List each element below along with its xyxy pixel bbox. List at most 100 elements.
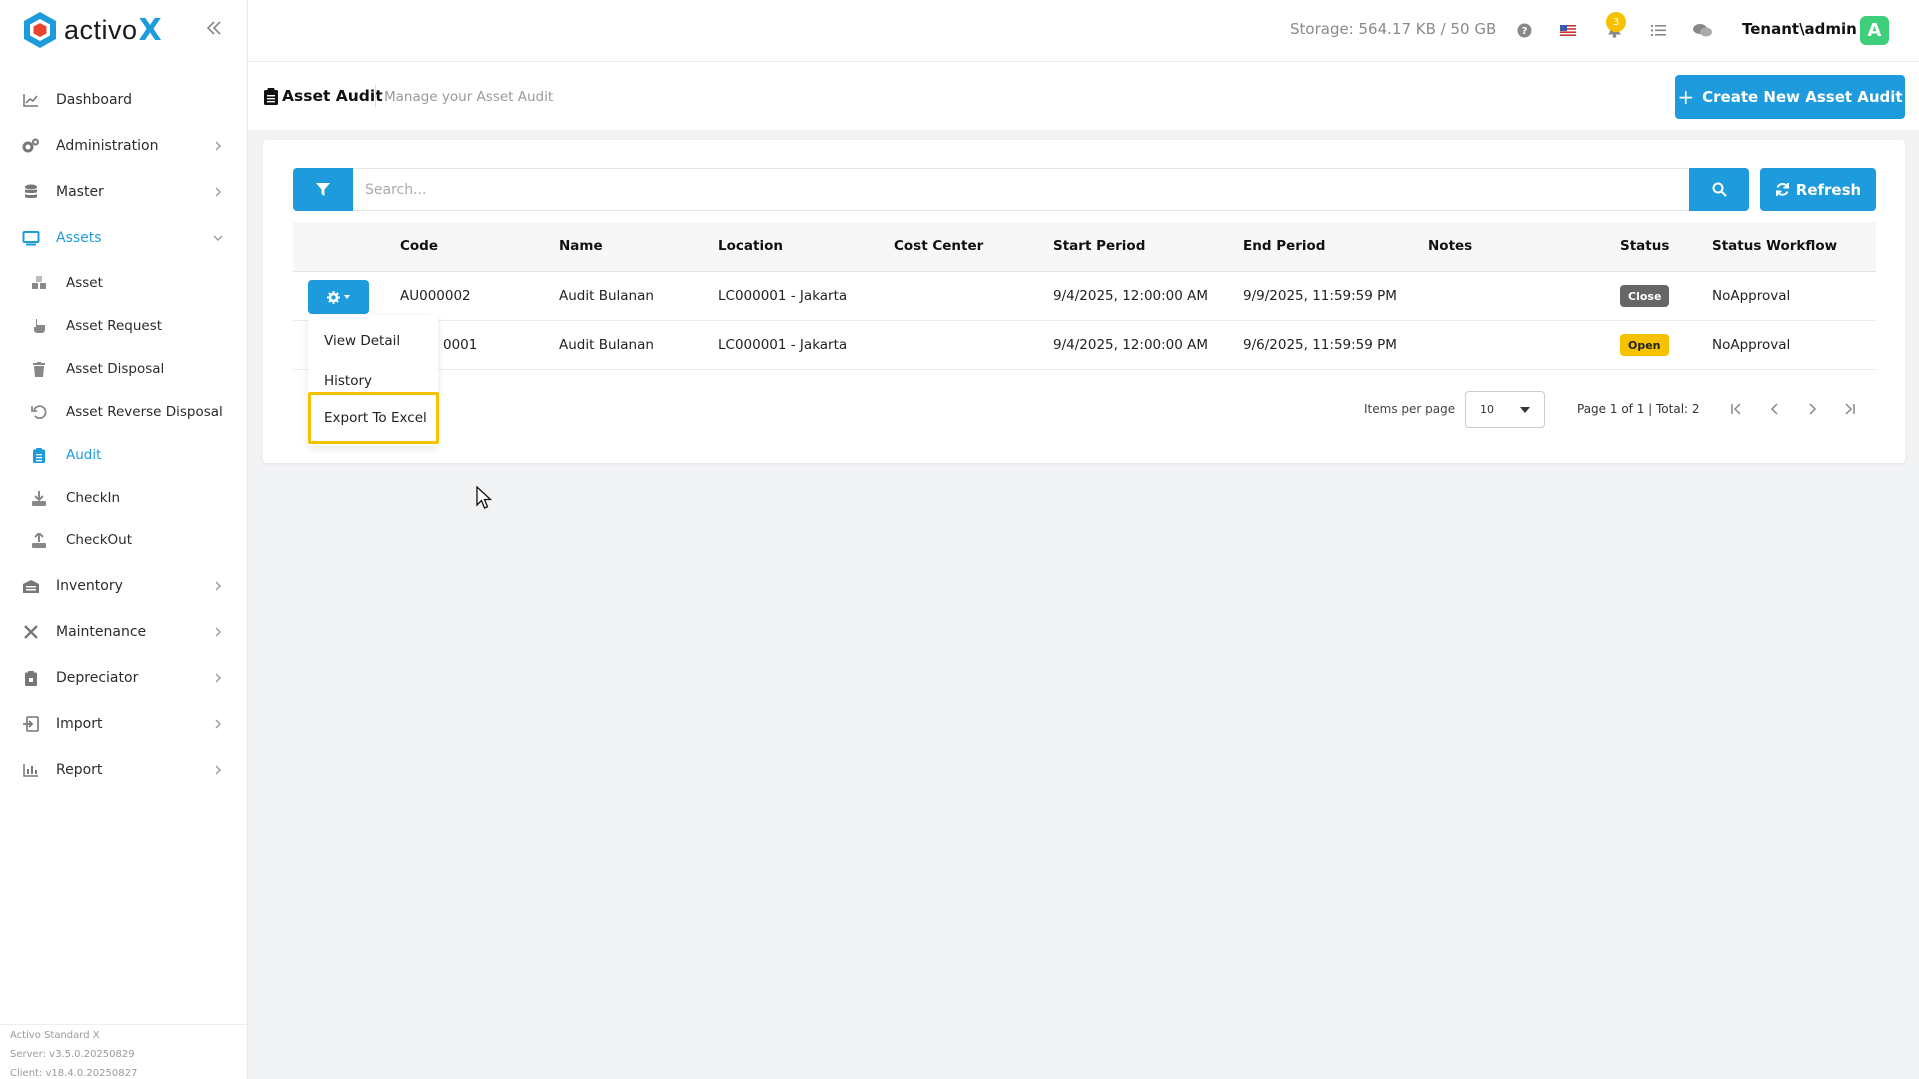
col-start-period[interactable]: Start Period — [1053, 238, 1145, 254]
col-location[interactable]: Location — [718, 238, 783, 254]
col-end-period[interactable]: End Period — [1243, 238, 1325, 254]
cell-code: 0001 — [443, 337, 478, 353]
refresh-icon — [1775, 183, 1789, 196]
refresh-label: Refresh — [1795, 180, 1862, 199]
sidebar-item-inventory[interactable]: Inventory — [0, 566, 247, 606]
filter-button[interactable] — [293, 168, 353, 211]
sidebar-footer: Activo Standard X Server: v3.5.0.2025082… — [10, 1026, 137, 1079]
sidebar-item-label: Depreciator — [56, 670, 139, 686]
clipboard-icon — [22, 669, 40, 687]
avatar[interactable]: A — [1860, 16, 1889, 45]
chevron-right-icon — [215, 187, 221, 197]
sidebar-item-import[interactable]: Import — [0, 704, 247, 744]
sidebar-item-label: Import — [56, 716, 103, 732]
sidebar: activo X Dashboard Administration Master … — [0, 0, 248, 1079]
chevron-right-icon — [215, 581, 221, 591]
sidebar-subitem-asset-disposal[interactable]: Asset Disposal — [0, 351, 247, 387]
create-button-label: Create New Asset Audit — [1702, 88, 1903, 106]
search-button[interactable] — [1689, 168, 1749, 211]
audit-list-card: Refresh Code Name Location Cost Center S… — [263, 140, 1905, 463]
sidebar-subitem-checkout[interactable]: CheckOut — [0, 522, 247, 558]
client-version: Client: v18.4.0.20250827 — [10, 1068, 138, 1079]
mouse-cursor-icon — [476, 486, 492, 509]
sidebar-item-assets[interactable]: Assets — [0, 218, 247, 258]
cell-name: Audit Bulanan — [559, 337, 654, 353]
page-subtitle: Manage your Asset Audit — [384, 89, 554, 105]
brand-logo[interactable]: activo X — [22, 10, 162, 50]
page-header: Asset Audit Manage your Asset Audit + Cr… — [248, 62, 1919, 130]
sidebar-item-master[interactable]: Master — [0, 172, 247, 212]
import-icon — [22, 715, 40, 733]
user-name[interactable]: Tenant\admin — [1742, 20, 1857, 38]
sidebar-subitem-label: Asset Disposal — [66, 361, 165, 377]
cell-end-period: 9/9/2025, 11:59:59 PM — [1243, 288, 1397, 304]
create-asset-audit-button[interactable]: + Create New Asset Audit — [1675, 75, 1905, 119]
col-notes[interactable]: Notes — [1428, 238, 1472, 254]
us-flag-icon[interactable] — [1558, 20, 1578, 40]
sidebar-item-label: Dashboard — [56, 92, 132, 108]
status-badge: Close — [1620, 285, 1670, 307]
plus-icon: + — [1677, 85, 1695, 109]
sidebar-subitem-label: CheckOut — [66, 532, 133, 548]
sidebar-item-dashboard[interactable]: Dashboard — [0, 80, 247, 120]
cell-status-workflow: NoApproval — [1712, 288, 1791, 304]
hand-icon — [31, 318, 47, 334]
sidebar-subitem-audit[interactable]: Audit — [0, 437, 247, 473]
chevron-down-icon — [213, 235, 223, 241]
undo-icon — [31, 404, 47, 420]
menu-item-history[interactable]: History — [324, 373, 372, 389]
chevron-right-icon — [1809, 403, 1817, 415]
sidebar-item-administration[interactable]: Administration — [0, 126, 247, 166]
refresh-button[interactable]: Refresh — [1760, 168, 1876, 211]
sidebar-item-label: Maintenance — [56, 624, 147, 640]
row-actions-button[interactable] — [308, 280, 369, 314]
col-status-workflow[interactable]: Status Workflow — [1712, 238, 1837, 254]
sidebar-item-report[interactable]: Report — [0, 750, 247, 790]
last-page-icon — [1845, 403, 1855, 415]
cell-end-period: 9/6/2025, 11:59:59 PM — [1243, 337, 1397, 353]
sidebar-subitem-label: Asset — [66, 275, 103, 291]
caret-down-icon — [1520, 407, 1530, 413]
sidebar-item-maintenance[interactable]: Maintenance — [0, 612, 247, 652]
chat-icon[interactable] — [1692, 20, 1712, 40]
col-cost-center[interactable]: Cost Center — [894, 238, 983, 254]
next-page-button[interactable] — [1801, 398, 1823, 420]
search-input[interactable] — [353, 168, 1689, 211]
sidebar-item-label: Master — [56, 184, 104, 200]
server-version: Server: v3.5.0.20250829 — [10, 1049, 135, 1060]
sidebar-subitem-asset-request[interactable]: Asset Request — [0, 308, 247, 344]
menu-item-view-detail[interactable]: View Detail — [324, 333, 400, 349]
sidebar-footer-divider — [0, 1024, 248, 1025]
col-name[interactable]: Name — [559, 238, 603, 254]
brand-suffix: X — [138, 12, 162, 48]
last-page-button[interactable] — [1838, 398, 1860, 420]
sidebar-subitem-checkin[interactable]: CheckIn — [0, 480, 247, 516]
help-icon[interactable]: ? — [1514, 20, 1534, 40]
col-code[interactable]: Code — [400, 238, 438, 254]
first-page-button[interactable] — [1726, 398, 1748, 420]
chevron-right-icon — [215, 141, 221, 151]
table-row[interactable]: 0001 Audit Bulanan LC000001 - Jakarta 9/… — [293, 321, 1876, 370]
sidebar-subitem-asset[interactable]: Asset — [0, 265, 247, 301]
prev-page-button[interactable] — [1764, 398, 1786, 420]
sidebar-subitem-label: Audit — [66, 447, 102, 463]
page-info: Page 1 of 1 | Total: 2 — [1577, 402, 1700, 416]
items-per-page-select[interactable]: 10 — [1465, 391, 1545, 428]
caret-down-icon — [344, 295, 350, 299]
sidebar-item-label: Inventory — [56, 578, 123, 594]
sidebar-subitem-asset-reverse-disposal[interactable]: Asset Reverse Disposal — [0, 394, 247, 430]
first-page-icon — [1731, 403, 1741, 415]
task-list-icon[interactable] — [1648, 20, 1668, 40]
col-status[interactable]: Status — [1620, 238, 1669, 254]
cell-name: Audit Bulanan — [559, 288, 654, 304]
table-row[interactable]: AU000002 Audit Bulanan LC000001 - Jakart… — [293, 272, 1876, 321]
collapse-sidebar-icon[interactable] — [204, 18, 224, 38]
trash-icon — [31, 361, 47, 377]
sidebar-item-depreciator[interactable]: Depreciator — [0, 658, 247, 698]
sidebar-item-label: Report — [56, 762, 103, 778]
bar-chart-icon — [22, 761, 40, 779]
hexagon-logo-icon — [24, 12, 56, 48]
gear-icon — [327, 290, 340, 304]
notification-badge: 3 — [1606, 12, 1626, 32]
chevron-left-icon — [1770, 403, 1778, 415]
